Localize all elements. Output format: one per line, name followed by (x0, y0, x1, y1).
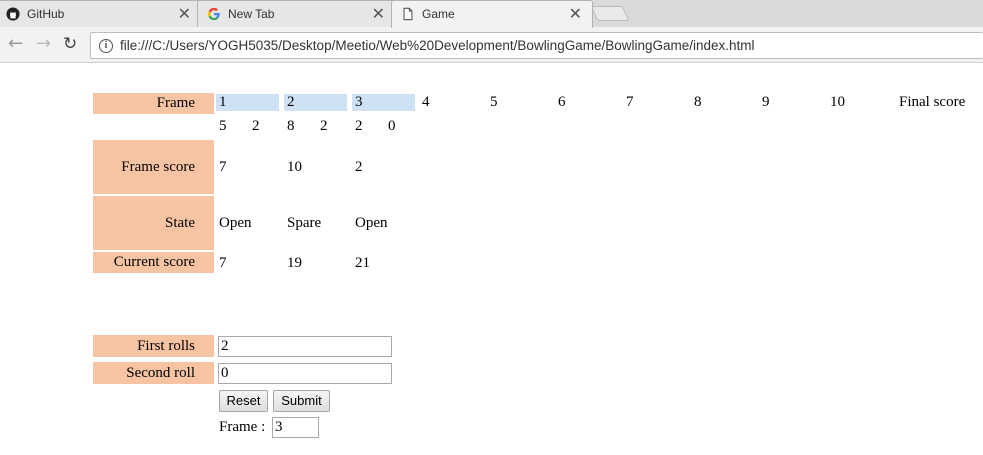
address-bar[interactable]: i file:///C:/Users/YOGH5035/Desktop/Meet… (90, 32, 983, 59)
info-icon[interactable]: i (99, 39, 113, 53)
state-value: Open (355, 215, 388, 231)
frame-row-label: Frame (93, 93, 214, 114)
frame-number-6: 6 (558, 94, 566, 110)
tab-title: New Tab (228, 7, 275, 21)
page-icon (403, 7, 413, 21)
state-label: State (93, 196, 214, 250)
frame-score-label: Frame score (93, 140, 214, 194)
tab-new-tab[interactable]: New Tab ✕ (197, 0, 396, 27)
browser-toolbar: ← → ↻ i file:///C:/Users/YOGH5035/Deskto… (0, 27, 983, 63)
roll-value: 2 (252, 118, 260, 134)
frame-number-8: 8 (694, 94, 702, 110)
current-score-value: 21 (355, 255, 370, 271)
frame-score-value: 10 (287, 159, 302, 175)
state-value: Open (219, 215, 252, 231)
frame-number-2: 2 (284, 94, 347, 111)
current-score-value: 7 (219, 255, 227, 271)
url-text[interactable]: file:///C:/Users/YOGH5035/Desktop/Meetio… (120, 38, 755, 53)
google-icon (208, 7, 220, 21)
frame-number-1: 1 (216, 94, 279, 111)
first-rolls-label: First rolls (93, 335, 214, 357)
second-roll-input[interactable] (218, 363, 392, 384)
roll-value: 2 (320, 118, 328, 134)
reload-icon[interactable]: ↻ (63, 35, 77, 53)
roll-value: 8 (287, 118, 295, 134)
tab-game[interactable]: Game ✕ (391, 0, 593, 28)
frame-number-7: 7 (626, 94, 634, 110)
close-icon[interactable]: ✕ (178, 4, 191, 24)
frame-number-5: 5 (490, 94, 498, 110)
first-rolls-input[interactable] (218, 336, 392, 357)
second-roll-label: Second roll (93, 362, 214, 384)
current-score-value: 19 (287, 255, 302, 271)
close-icon[interactable]: ✕ (569, 4, 582, 24)
current-score-label: Current score (93, 252, 214, 273)
forward-arrow-icon[interactable]: → (36, 35, 51, 53)
roll-value: 0 (388, 118, 396, 134)
frame-counter-input[interactable] (272, 417, 319, 438)
state-value: Spare (287, 215, 322, 231)
roll-value: 5 (219, 118, 227, 134)
reset-button[interactable]: Reset (219, 390, 268, 412)
tab-github[interactable]: GitHub ✕ (0, 0, 202, 27)
frame-score-value: 7 (219, 159, 227, 175)
frame-number-10: 10 (830, 94, 845, 110)
final-score-header: Final score (899, 94, 966, 110)
submit-button[interactable]: Submit (273, 390, 330, 412)
close-icon[interactable]: ✕ (372, 4, 385, 24)
tab-strip: GitHub ✕ New Tab ✕ Game ✕ (0, 0, 983, 28)
tab-title: Game (422, 7, 455, 21)
back-arrow-icon[interactable]: ← (8, 35, 23, 53)
tab-title: GitHub (27, 7, 65, 21)
frame-score-value: 2 (355, 159, 363, 175)
new-tab-button[interactable] (590, 6, 630, 21)
github-icon (6, 7, 20, 21)
frame-counter-label: Frame : (219, 419, 266, 435)
frame-number-3: 3 (352, 94, 415, 111)
frame-number-4: 4 (422, 94, 430, 110)
frame-number-9: 9 (762, 94, 770, 110)
roll-value: 2 (355, 118, 363, 134)
